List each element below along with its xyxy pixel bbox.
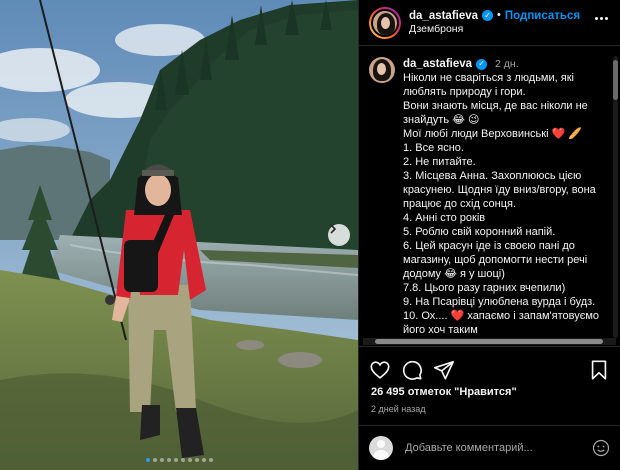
post-date[interactable]: 2 дней назад [371, 404, 426, 414]
post-header: da_astafieva ✓ • Подписаться Дземброня [359, 0, 620, 46]
caption-line: Вони знають місця, де вас ніколи не знай… [403, 100, 591, 126]
heart-icon[interactable] [369, 359, 391, 381]
caption-username[interactable]: da_astafieva [403, 57, 472, 71]
horizontal-scrollbar[interactable] [363, 338, 616, 345]
slide-dot[interactable] [201, 458, 206, 462]
caption-line: 7.8. Цього разу гарних вчепили) [403, 282, 566, 294]
author-username[interactable]: da_astafieva [409, 9, 478, 23]
caption-line: 2. Не питайте. [403, 156, 476, 168]
caption-text: da_astafieva ✓ 2 дн. Ніколи не сваріться… [403, 57, 608, 337]
caption-line: Мої любі люди Верховинські ❤️ 🥖 [403, 128, 583, 140]
caption-line: 3. Місцева Анна. Захоплююсь цією красуне… [403, 170, 599, 210]
slide-dot[interactable] [159, 458, 164, 462]
more-icon[interactable] [595, 17, 608, 20]
slide-dot[interactable] [180, 458, 185, 462]
slide-dot[interactable] [194, 458, 199, 462]
caption-line: 5. Роблю свій коронний напій. [403, 226, 556, 238]
verified-icon: ✓ [476, 58, 488, 70]
slide-dot[interactable] [152, 458, 157, 462]
bookmark-icon[interactable] [588, 359, 610, 381]
caption-avatar[interactable] [369, 57, 395, 83]
caption-line: 10. Ох.... ❤️ хапаємо і запам'ятовуємо й… [403, 310, 603, 336]
caption-time: 2 дн. [495, 58, 519, 70]
photo-image [0, 0, 358, 470]
location-link[interactable]: Дземброня [409, 23, 580, 36]
verified-icon: ✓ [482, 10, 494, 22]
action-bar [369, 358, 610, 382]
viewer-avatar [369, 436, 393, 460]
next-slide-button[interactable] [328, 224, 350, 246]
comment-icon[interactable] [401, 359, 423, 381]
slide-dot[interactable] [166, 458, 171, 462]
caption-line: 1. Все ясно. [403, 142, 464, 154]
likes-count[interactable]: 26 495 отметок "Нравится" [371, 386, 517, 398]
slide-dot[interactable] [208, 458, 213, 462]
post-panel: da_astafieva ✓ • Подписаться Дземброня d… [358, 0, 620, 470]
caption-line: 6. Цей красун іде із своєю пані до магаз… [403, 240, 591, 280]
separator-dot: • [497, 9, 501, 22]
slide-dot[interactable] [187, 458, 192, 462]
caption-line: 9. На Псарівці улюблена вурда і будз. [403, 296, 596, 308]
slide-dot[interactable] [173, 458, 178, 462]
horizontal-scroll-thumb[interactable] [375, 339, 603, 344]
chevron-right-icon [330, 224, 337, 234]
caption-area[interactable]: da_astafieva ✓ 2 дн. Ніколи не сваріться… [359, 47, 620, 347]
caption-line: Ніколи не сваріться з людьми, які люблят… [403, 72, 578, 98]
comment-input[interactable] [405, 442, 592, 454]
comment-bar [359, 425, 620, 470]
caption-scroll-thumb[interactable] [613, 60, 618, 100]
avatar[interactable] [371, 8, 399, 37]
author-avatar-ring[interactable] [369, 6, 401, 39]
emoji-icon[interactable] [592, 439, 610, 457]
post-photo[interactable] [0, 0, 358, 470]
slide-indicator [0, 458, 358, 462]
share-icon[interactable] [433, 359, 455, 381]
follow-button[interactable]: Подписаться [505, 9, 580, 23]
slide-dot[interactable] [145, 458, 150, 462]
caption-line: 4. Анні сто років [403, 212, 486, 224]
